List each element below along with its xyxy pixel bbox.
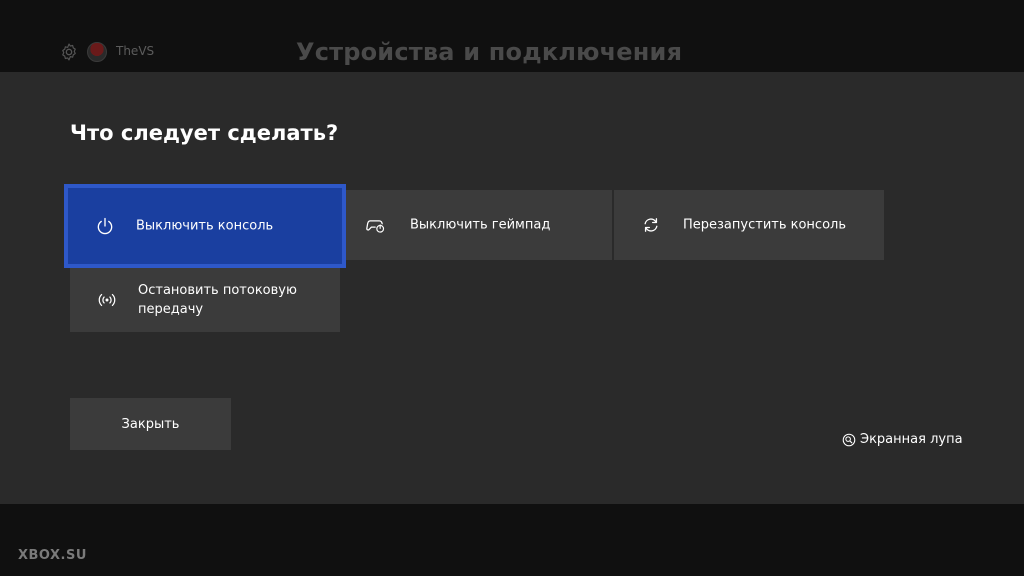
tile-label: Выключить консоль	[136, 218, 274, 234]
turn-off-console-button[interactable]: Выключить консоль	[64, 184, 346, 268]
gear-icon	[62, 43, 76, 61]
background-bottom	[0, 504, 1024, 576]
broadcast-icon	[98, 293, 116, 307]
controller-power-icon	[366, 220, 385, 233]
tile-label: Перезапустить консоль	[683, 217, 847, 233]
screen: TheVS Устройства и подключения Что следу…	[0, 0, 1024, 576]
dialog-title: Что следует сделать?	[70, 121, 339, 145]
watermark: XBOX.SU	[18, 548, 87, 563]
magnifier-icon	[842, 433, 856, 446]
restart-console-button[interactable]: Перезапустить консоль	[614, 190, 884, 260]
restart-icon	[644, 218, 658, 232]
tile-label: Остановить потоковую передачу	[138, 283, 297, 317]
user-name: TheVS	[116, 44, 155, 58]
tile-label: Выключить геймпад	[410, 217, 551, 233]
power-icon	[97, 217, 113, 235]
avatar	[87, 42, 107, 62]
close-button[interactable]: Закрыть	[70, 398, 231, 450]
stop-streaming-button[interactable]: Остановить потоковую передачу	[70, 268, 340, 332]
magnifier-hint[interactable]: Экранная лупа	[842, 432, 963, 447]
turn-off-controller-button[interactable]: Выключить геймпад	[346, 190, 612, 260]
page-title: Устройства и подключения	[296, 38, 683, 66]
magnifier-label: Экранная лупа	[860, 432, 963, 447]
power-dialog: Что следует сделать? Выключить консоль В…	[0, 72, 1024, 504]
background-header: TheVS Устройства и подключения	[0, 0, 1024, 72]
